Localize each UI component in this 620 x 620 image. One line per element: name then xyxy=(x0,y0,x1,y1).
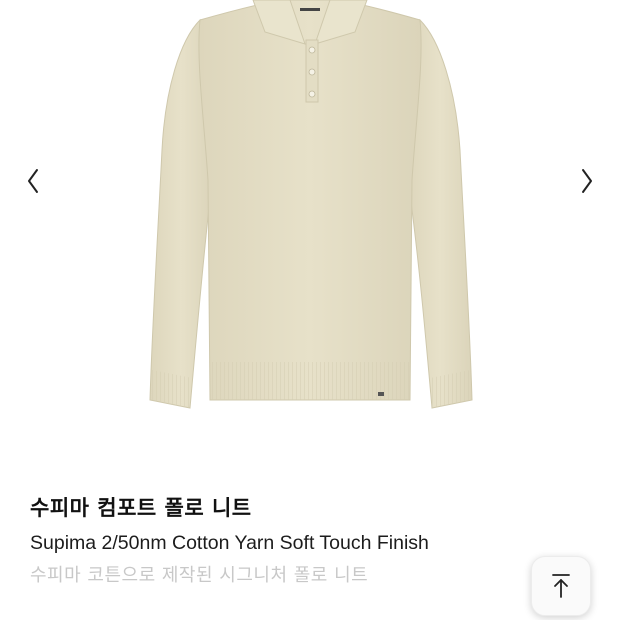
product-subtitle: Supima 2/50nm Cotton Yarn Soft Touch Fin… xyxy=(30,532,429,554)
previous-image-button[interactable] xyxy=(18,164,48,198)
chevron-right-icon xyxy=(582,169,592,193)
product-image-gallery xyxy=(0,0,620,440)
product-info: 수피마 컴포트 폴로 니트 Supima 2/50nm Cotton Yarn … xyxy=(30,492,530,590)
product-description: 수피마 코튼으로 제작된 시그니처 폴로 니트 xyxy=(30,565,369,586)
chevron-left-icon xyxy=(28,169,38,193)
arrow-up-to-top-icon xyxy=(552,574,570,598)
scroll-to-top-button[interactable] xyxy=(531,556,591,616)
product-title: 수피마 컴포트 폴로 니트 xyxy=(30,496,252,520)
product-image xyxy=(149,0,473,409)
next-image-button[interactable] xyxy=(572,164,602,198)
